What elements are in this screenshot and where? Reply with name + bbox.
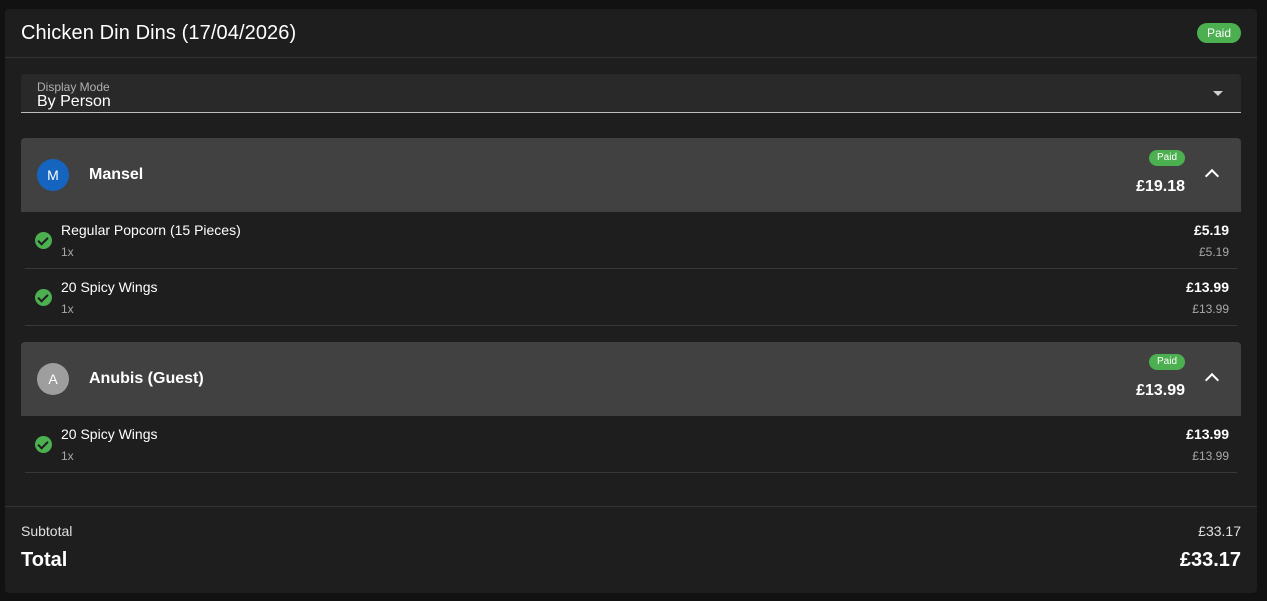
person-header[interactable]: M Mansel Paid £19.18 [21,138,1241,212]
avatar: A [37,363,69,395]
item-quantity: 1x [61,449,74,463]
display-mode-select[interactable]: Display Mode By Person [21,74,1241,113]
item-price: £13.99 [1186,279,1229,295]
item-quantity: 1x [61,302,74,316]
item-name: 20 Spicy Wings [61,426,158,442]
item-unit-price: £5.19 [1198,245,1229,259]
check-circle-icon [35,232,52,249]
chevron-up-icon[interactable] [1204,168,1220,184]
item-unit-price: £13.99 [1192,449,1229,463]
divider [5,506,1257,507]
subtotal-value: £33.17 [1198,523,1241,539]
card-header: Chicken Din Dins (17/04/2026) Paid [5,9,1257,58]
total-value: £33.17 [1179,549,1241,571]
person-total: £19.18 [1136,178,1185,195]
list-item: 20 Spicy Wings 1x £13.99 £13.99 [25,416,1237,473]
avatar: M [37,159,69,191]
item-name: 20 Spicy Wings [61,279,158,295]
person-name: Mansel [89,166,144,183]
total-label: Total [21,549,68,571]
dropdown-arrow-icon[interactable] [1213,91,1223,96]
person-status-badge: Paid [1148,354,1185,370]
display-mode-value: By Person [37,93,111,110]
person-status-badge: Paid [1148,150,1185,166]
subtotal-label: Subtotal [21,523,73,539]
person-name: Anubis (Guest) [89,370,204,387]
check-circle-icon [35,436,52,453]
item-unit-price: £13.99 [1192,302,1229,316]
display-mode-label: Display Mode [37,80,110,94]
item-price: £13.99 [1186,426,1229,442]
person-total: £13.99 [1136,382,1185,399]
item-quantity: 1x [61,245,74,259]
person-panel-mansel: M Mansel Paid £19.18 Regular Popcorn (15… [21,138,1241,326]
page-title: Chicken Din Dins (17/04/2026) [21,21,297,44]
order-card: Chicken Din Dins (17/04/2026) Paid Displ… [5,9,1257,593]
item-price: £5.19 [1193,222,1229,238]
chevron-up-icon[interactable] [1204,372,1220,388]
item-name: Regular Popcorn (15 Pieces) [61,222,241,238]
person-header[interactable]: A Anubis (Guest) Paid £13.99 [21,342,1241,416]
check-circle-icon [35,289,52,306]
list-item: Regular Popcorn (15 Pieces) 1x £5.19 £5.… [25,212,1237,269]
list-item: 20 Spicy Wings 1x £13.99 £13.99 [25,269,1237,326]
status-badge: Paid [1196,23,1241,43]
person-panel-anubis: A Anubis (Guest) Paid £13.99 20 Spicy Wi… [21,342,1241,473]
